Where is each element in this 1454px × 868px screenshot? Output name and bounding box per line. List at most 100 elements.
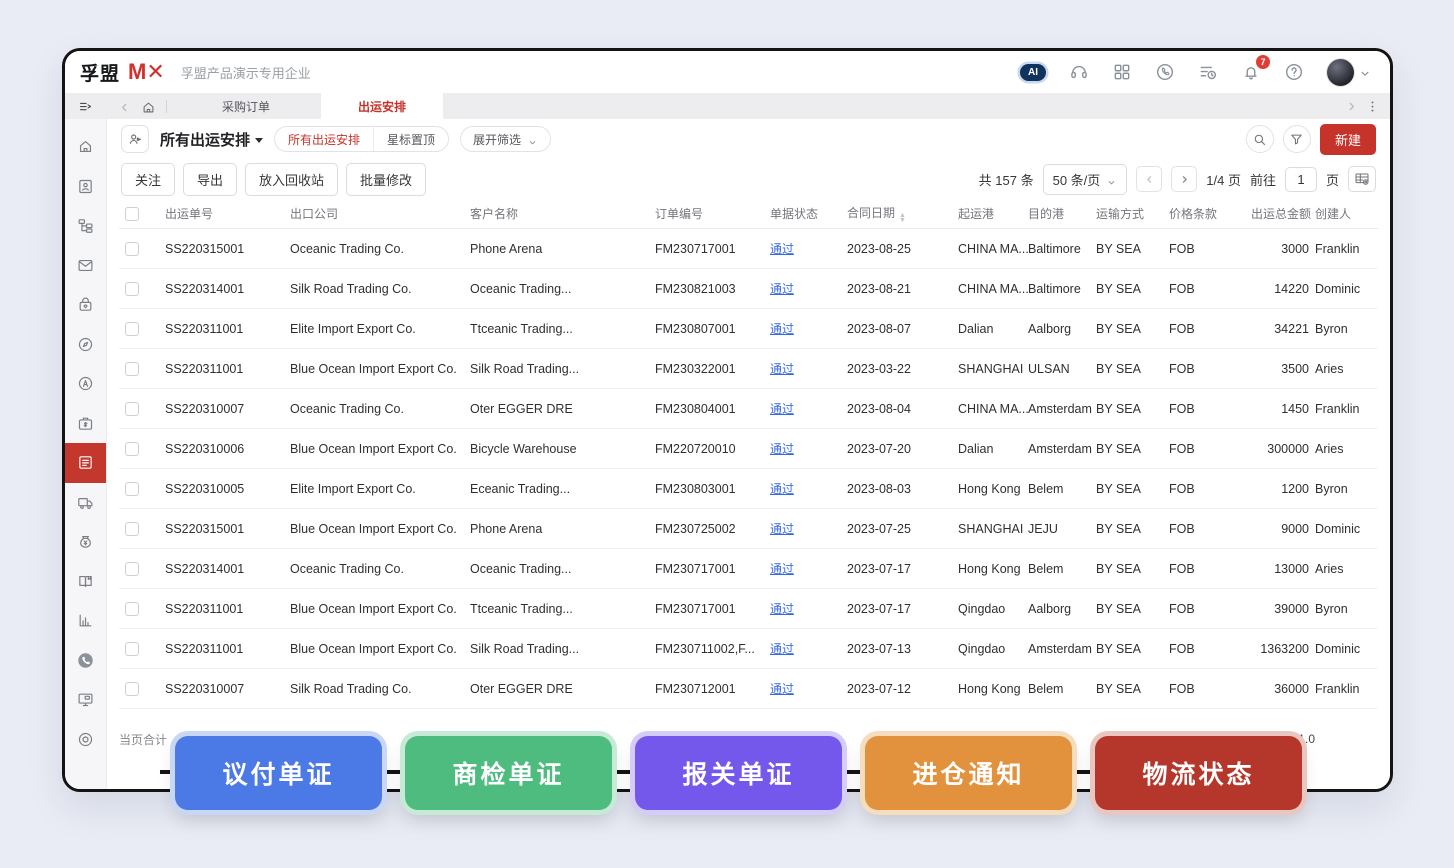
flow-button-3[interactable]: 报关单证 bbox=[635, 736, 842, 810]
status-link[interactable]: 通过 bbox=[770, 482, 794, 496]
view-owner-filter-button[interactable] bbox=[121, 125, 149, 153]
flow-button-2[interactable]: 商检单证 bbox=[405, 736, 612, 810]
table-row[interactable]: SS220315001Oceanic Trading Co.Phone Aren… bbox=[119, 229, 1378, 269]
row-checkbox[interactable] bbox=[125, 322, 139, 336]
sidebar-item-whatsapp[interactable] bbox=[65, 641, 106, 681]
ai-assistant-button[interactable]: AI bbox=[1020, 64, 1046, 81]
status-link[interactable]: 通过 bbox=[770, 322, 794, 336]
table-row[interactable]: SS220314001Oceanic Trading Co.Oceanic Tr… bbox=[119, 549, 1378, 589]
phone-button[interactable] bbox=[1155, 62, 1175, 82]
goto-page-input[interactable] bbox=[1285, 167, 1317, 192]
user-menu[interactable] bbox=[1327, 59, 1372, 86]
headset-button[interactable] bbox=[1069, 62, 1089, 82]
shipments-table: 出运单号出口公司客户名称订单编号单据状态合同日期▲▼起运港目的港运输方式价格条款… bbox=[107, 199, 1390, 709]
toolbar-button-4[interactable]: 批量修改 bbox=[346, 163, 426, 196]
row-checkbox[interactable] bbox=[125, 402, 139, 416]
row-checkbox[interactable] bbox=[125, 682, 139, 696]
status-link[interactable]: 通过 bbox=[770, 522, 794, 536]
table-row[interactable]: SS220311001Blue Ocean Import Export Co.S… bbox=[119, 349, 1378, 389]
sidebar-item-ledger[interactable] bbox=[65, 562, 106, 602]
sidebar-item-reports[interactable] bbox=[65, 601, 106, 641]
prev-page-button[interactable] bbox=[1136, 166, 1162, 192]
sidebar-item-shipping[interactable] bbox=[65, 443, 106, 483]
status-link[interactable]: 通过 bbox=[770, 562, 794, 576]
status-link[interactable]: 通过 bbox=[770, 402, 794, 416]
status-link[interactable]: 通过 bbox=[770, 242, 794, 256]
cell-date: 2023-08-07 bbox=[847, 322, 958, 336]
tab-2[interactable]: 出运安排 bbox=[321, 93, 443, 119]
row-checkbox[interactable] bbox=[125, 362, 139, 376]
sidebar-item-funds[interactable] bbox=[65, 522, 106, 562]
tab-1[interactable]: 采购订单 bbox=[171, 93, 321, 119]
sort-icon[interactable]: ▲▼ bbox=[899, 213, 906, 224]
search-button[interactable] bbox=[1246, 125, 1274, 153]
status-link[interactable]: 通过 bbox=[770, 362, 794, 376]
col-header-order_no: 订单编号 bbox=[655, 205, 770, 222]
table-row[interactable]: SS220310007Oceanic Trading Co.Oter EGGER… bbox=[119, 389, 1378, 429]
sidebar-item-finance[interactable] bbox=[65, 404, 106, 444]
row-checkbox[interactable] bbox=[125, 242, 139, 256]
cell-transport: BY SEA bbox=[1096, 562, 1169, 576]
table-row[interactable]: SS220310006Blue Ocean Import Export Co.B… bbox=[119, 429, 1378, 469]
toolbar-button-3[interactable]: 放入回收站 bbox=[245, 163, 338, 196]
tab-forward-icon[interactable] bbox=[1344, 99, 1359, 114]
sidebar-item-settings[interactable] bbox=[65, 720, 106, 760]
sidebar-item-contacts[interactable] bbox=[65, 167, 106, 207]
row-checkbox[interactable] bbox=[125, 482, 139, 496]
status-link[interactable]: 通过 bbox=[770, 602, 794, 616]
table-row[interactable]: SS220310005Elite Import Export Co.Eceani… bbox=[119, 469, 1378, 509]
cell-amount: 3000 bbox=[1251, 242, 1315, 256]
sidebar-item-organization[interactable] bbox=[65, 206, 106, 246]
cell-date: 2023-07-17 bbox=[847, 602, 958, 616]
next-page-button[interactable] bbox=[1171, 166, 1197, 192]
table-row[interactable]: SS220311001Blue Ocean Import Export Co.T… bbox=[119, 589, 1378, 629]
flow-button-5[interactable]: 物流状态 bbox=[1095, 736, 1302, 810]
home-tab-icon[interactable] bbox=[141, 99, 156, 114]
create-new-button[interactable]: 新建 bbox=[1320, 124, 1376, 155]
tab-back-icon[interactable] bbox=[117, 99, 132, 114]
flow-button-1[interactable]: 议付单证 bbox=[175, 736, 382, 810]
select-all-checkbox[interactable] bbox=[125, 207, 139, 221]
row-checkbox[interactable] bbox=[125, 602, 139, 616]
table-row[interactable]: SS220310007Silk Road Trading Co.Oter EGG… bbox=[119, 669, 1378, 709]
sidebar-item-discover[interactable] bbox=[65, 325, 106, 365]
status-link[interactable]: 通过 bbox=[770, 442, 794, 456]
help-button[interactable] bbox=[1284, 62, 1304, 82]
sidebar-item-home[interactable] bbox=[65, 127, 106, 167]
toolbar-button-2[interactable]: 导出 bbox=[183, 163, 237, 196]
task-list-button[interactable] bbox=[1198, 62, 1218, 82]
sidebar-item-assistant[interactable] bbox=[65, 364, 106, 404]
status-link[interactable]: 通过 bbox=[770, 282, 794, 296]
row-checkbox[interactable] bbox=[125, 562, 139, 576]
table-row[interactable]: SS220311001Blue Ocean Import Export Co.S… bbox=[119, 629, 1378, 669]
view-segment-2[interactable]: 星标置顶 bbox=[373, 127, 448, 151]
view-selector[interactable]: 所有出运安排 bbox=[160, 129, 263, 150]
app-grid-button[interactable] bbox=[1112, 62, 1132, 82]
sidebar-item-orders[interactable] bbox=[65, 285, 106, 325]
table-row[interactable]: SS220311001Elite Import Export Co.Ttcean… bbox=[119, 309, 1378, 349]
chevron-down-icon bbox=[527, 134, 538, 145]
toolbar-button-1[interactable]: 关注 bbox=[121, 163, 175, 196]
expand-filter-button[interactable]: 展开筛选 bbox=[460, 126, 551, 152]
flow-button-4[interactable]: 进仓通知 bbox=[865, 736, 1072, 810]
page-size-select[interactable]: 50 条/页 bbox=[1043, 164, 1128, 195]
sidebar-item-logistics[interactable] bbox=[65, 483, 106, 523]
row-checkbox[interactable] bbox=[125, 442, 139, 456]
bell-button[interactable]: 7 bbox=[1241, 62, 1261, 82]
table-row[interactable]: SS220314001Silk Road Trading Co.Oceanic … bbox=[119, 269, 1378, 309]
status-link[interactable]: 通过 bbox=[770, 682, 794, 696]
row-checkbox[interactable] bbox=[125, 282, 139, 296]
table-row[interactable]: SS220315001Blue Ocean Import Export Co.P… bbox=[119, 509, 1378, 549]
sidebar-item-workbench[interactable] bbox=[65, 680, 106, 720]
brand-logo-text: 孚盟 bbox=[80, 59, 120, 86]
row-checkbox[interactable] bbox=[125, 642, 139, 656]
view-segment-1[interactable]: 所有出运安排 bbox=[275, 127, 373, 151]
collapse-menu-button[interactable] bbox=[65, 93, 106, 119]
row-checkbox[interactable] bbox=[125, 522, 139, 536]
column-settings-button[interactable] bbox=[1348, 166, 1376, 192]
filter-button[interactable] bbox=[1283, 125, 1311, 153]
avatar[interactable] bbox=[1327, 59, 1354, 86]
sidebar-item-mail[interactable] bbox=[65, 246, 106, 286]
status-link[interactable]: 通过 bbox=[770, 642, 794, 656]
tab-menu-dots-icon[interactable] bbox=[1365, 99, 1380, 114]
